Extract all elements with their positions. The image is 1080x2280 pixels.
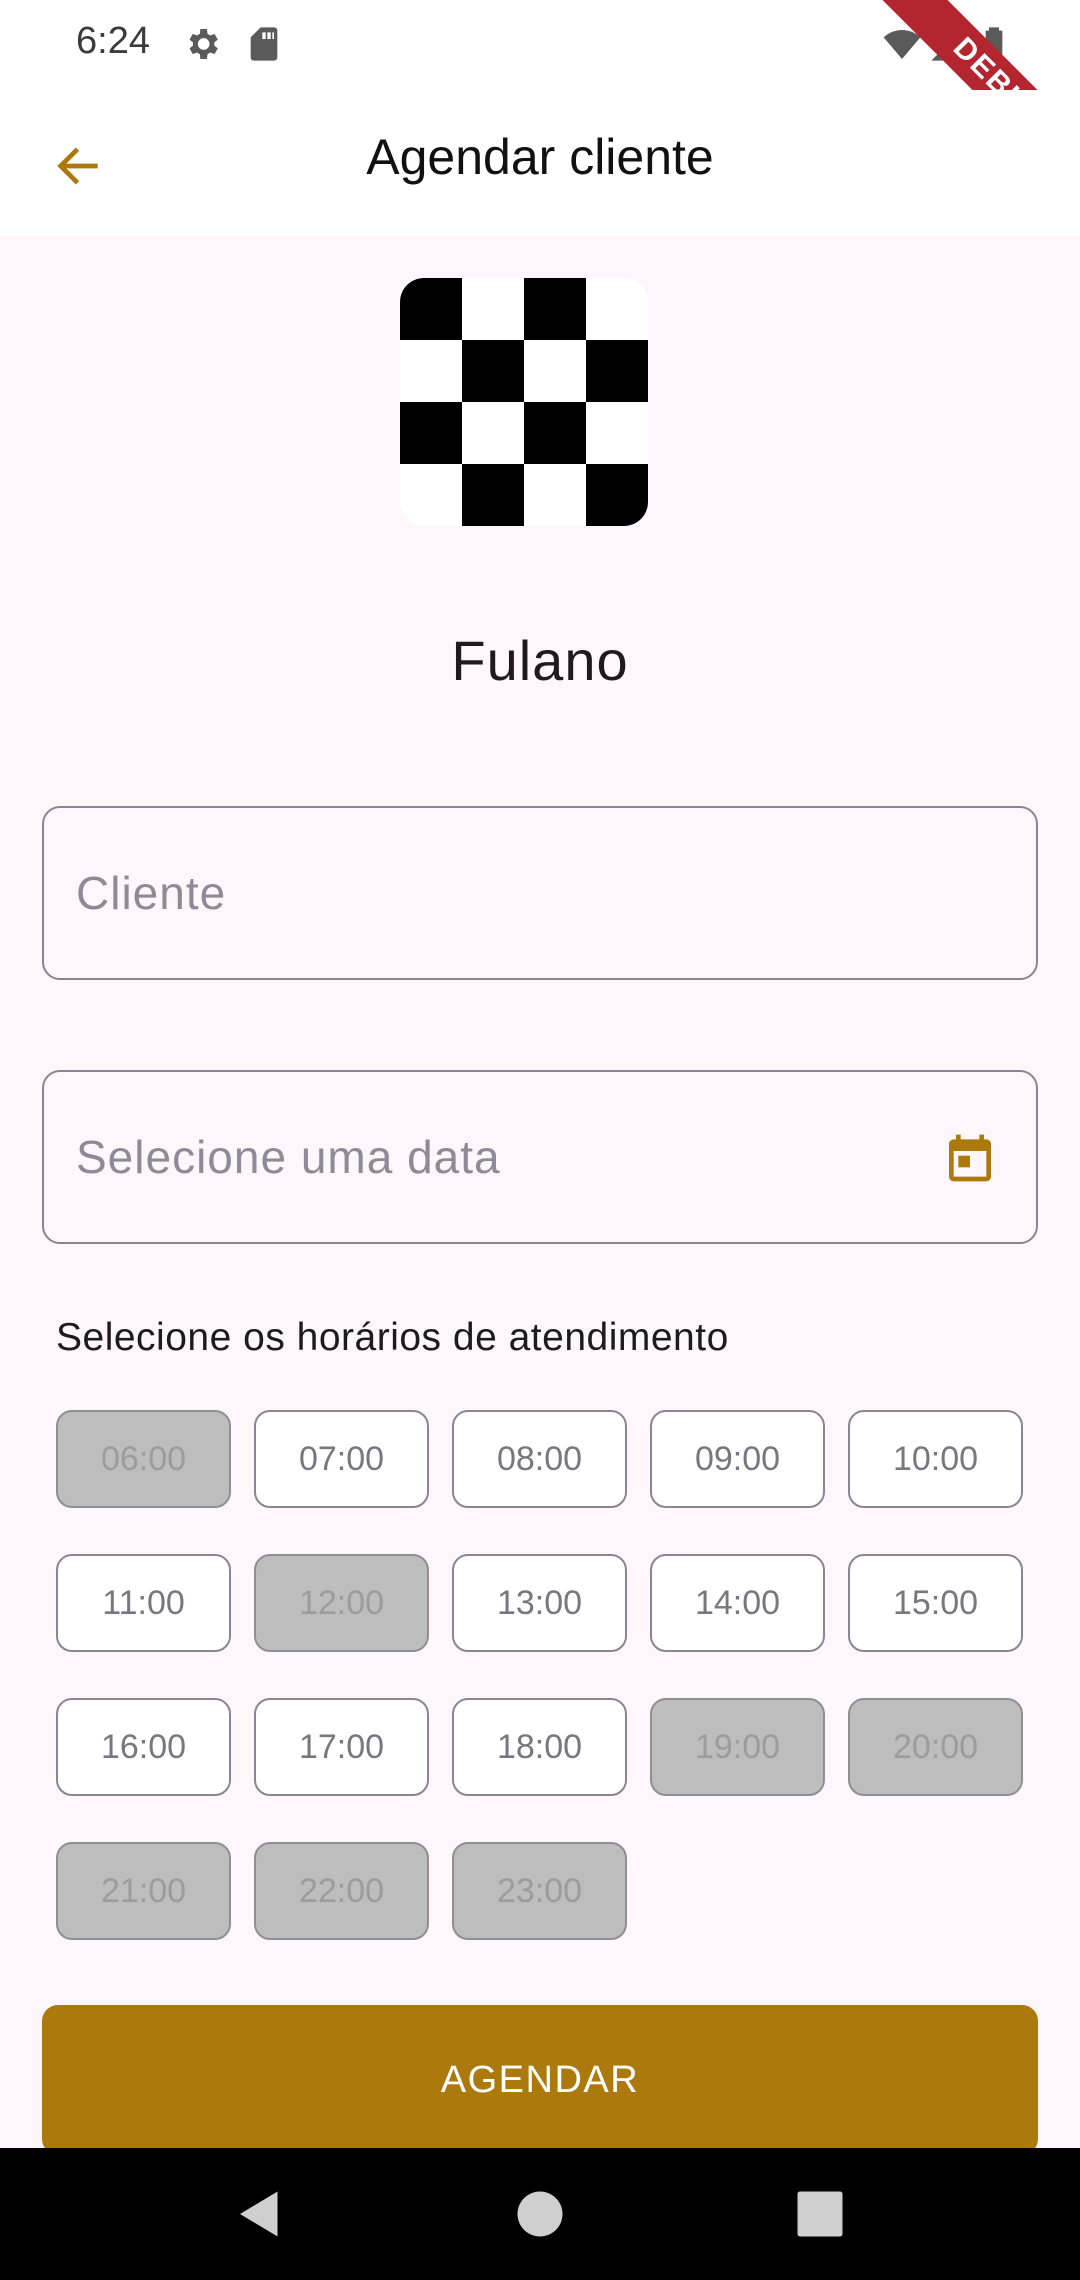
date-placeholder: Selecione uma data [76, 1131, 501, 1183]
time-slot-1900: 19:00 [650, 1698, 825, 1796]
time-slot-2200: 22:00 [254, 1842, 429, 1940]
status-time: 6:24 [76, 20, 150, 62]
time-slot-1000[interactable]: 10:00 [848, 1410, 1023, 1508]
calendar-icon[interactable] [942, 1130, 998, 1186]
time-slot-1600[interactable]: 16:00 [56, 1698, 231, 1796]
time-slot-1400[interactable]: 14:00 [650, 1554, 825, 1652]
profile-logo [400, 278, 648, 526]
recents-square-icon[interactable] [790, 2184, 850, 2244]
home-circle-icon[interactable] [510, 2184, 570, 2244]
date-input[interactable]: Selecione uma data [42, 1070, 1038, 1244]
time-slot-1300[interactable]: 13:00 [452, 1554, 627, 1652]
back-triangle-icon[interactable] [230, 2184, 290, 2244]
page-title: Agendar cliente [366, 129, 714, 185]
client-placeholder: Cliente [76, 867, 227, 919]
time-slot-grid: 06:00 07:00 08:00 09:00 10:00 11:00 12:00 13:00… [56, 1410, 1024, 1940]
time-slot-2100: 21:00 [56, 1842, 231, 1940]
time-slot-1500[interactable]: 15:00 [848, 1554, 1023, 1652]
time-slot-0800[interactable]: 08:00 [452, 1410, 627, 1508]
system-nav-bar [0, 2148, 1080, 2280]
time-slot-2000: 20:00 [848, 1698, 1023, 1796]
time-slot-2300: 23:00 [452, 1842, 627, 1940]
client-input[interactable]: Cliente [42, 806, 1038, 980]
app-bar: Agendar cliente [0, 90, 1080, 236]
time-slot-1200: 12:00 [254, 1554, 429, 1652]
time-slot-1800[interactable]: 18:00 [452, 1698, 627, 1796]
sd-card-icon [250, 27, 278, 61]
profile-name: Fulano [451, 629, 629, 692]
time-slot-0900[interactable]: 09:00 [650, 1410, 825, 1508]
schedule-title: Selecione os horários de atendimento [56, 1316, 729, 1359]
time-slot-0600: 06:00 [56, 1410, 231, 1508]
time-slot-1100[interactable]: 11:00 [56, 1554, 231, 1652]
gear-icon [189, 29, 218, 59]
status-bar: 6:24 DEBUG [0, 0, 1080, 208]
time-slot-1700[interactable]: 17:00 [254, 1698, 429, 1796]
time-slot-0700[interactable]: 07:00 [254, 1410, 429, 1508]
schedule-button[interactable]: AGENDAR [42, 2005, 1038, 2155]
